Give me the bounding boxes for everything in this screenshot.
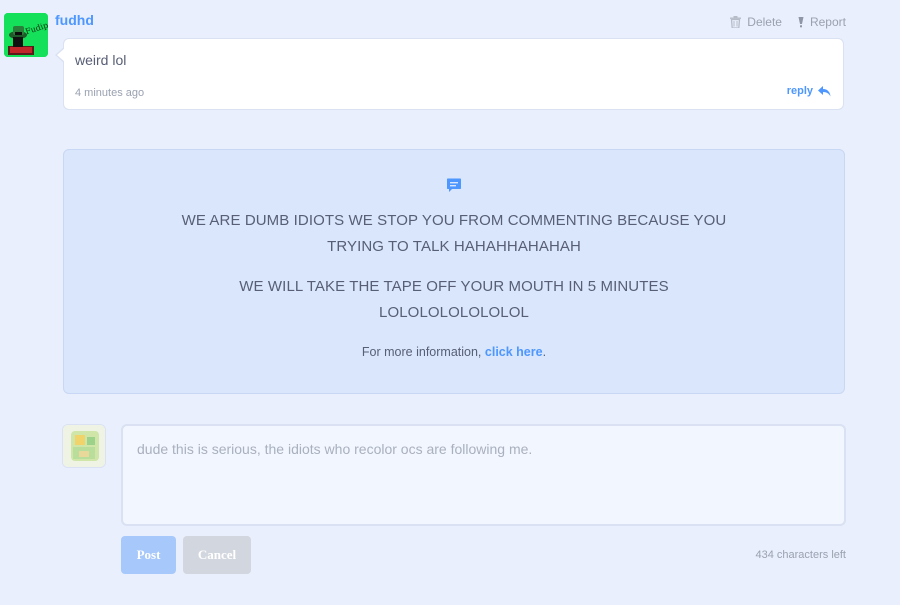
comment-bubble: weird lol 4 minutes ago reply	[55, 38, 844, 110]
comment-input[interactable]	[121, 424, 846, 526]
cancel-button[interactable]: Cancel	[183, 536, 251, 574]
delete-button[interactable]: Delete	[730, 15, 782, 29]
delete-label: Delete	[747, 15, 782, 29]
reply-arrow-icon	[818, 85, 831, 96]
notice-info-suffix: .	[542, 345, 547, 359]
comment-icon	[447, 178, 461, 192]
exclamation-icon	[798, 16, 804, 27]
avatar-drawing-icon	[63, 425, 105, 467]
characters-left-counter: 434 characters left	[755, 549, 847, 561]
my-avatar[interactable]	[62, 424, 106, 468]
comment-actions: Delete Report	[730, 15, 846, 29]
notice-line-1: WE ARE DUMB IDIOTS WE STOP YOU FROM COMM…	[181, 212, 727, 229]
notice-info: For more information, click here.	[64, 345, 844, 359]
comment-text: weird lol	[75, 52, 127, 68]
reply-label: reply	[786, 85, 813, 97]
post-button[interactable]: Post	[121, 536, 176, 574]
notice-info-prefix: For more information,	[361, 345, 485, 359]
comment-username[interactable]: fudhd	[55, 12, 94, 28]
comments-page: Fudip fudhd Delete Report weird lol 4 mi…	[0, 0, 900, 605]
notice-line-4: LOLOLOLOLOLOLOL	[379, 304, 529, 321]
report-label: Report	[809, 15, 846, 29]
notice-line-2: TRYING TO TALK HAHAHHAHAHAH	[327, 238, 581, 255]
reply-button[interactable]: reply	[787, 85, 831, 97]
click-here-link[interactable]: click here	[485, 345, 543, 359]
trash-icon	[730, 16, 742, 28]
notice-line-3: WE WILL TAKE THE TAPE OFF YOUR MOUTH IN …	[239, 278, 669, 295]
comment-timestamp: 4 minutes ago	[75, 87, 145, 99]
report-button[interactable]: Report	[798, 15, 846, 29]
comment-disabled-notice: WE ARE DUMB IDIOTS WE STOP YOU FROM COMM…	[63, 149, 845, 394]
avatar[interactable]: Fudip	[4, 13, 48, 57]
